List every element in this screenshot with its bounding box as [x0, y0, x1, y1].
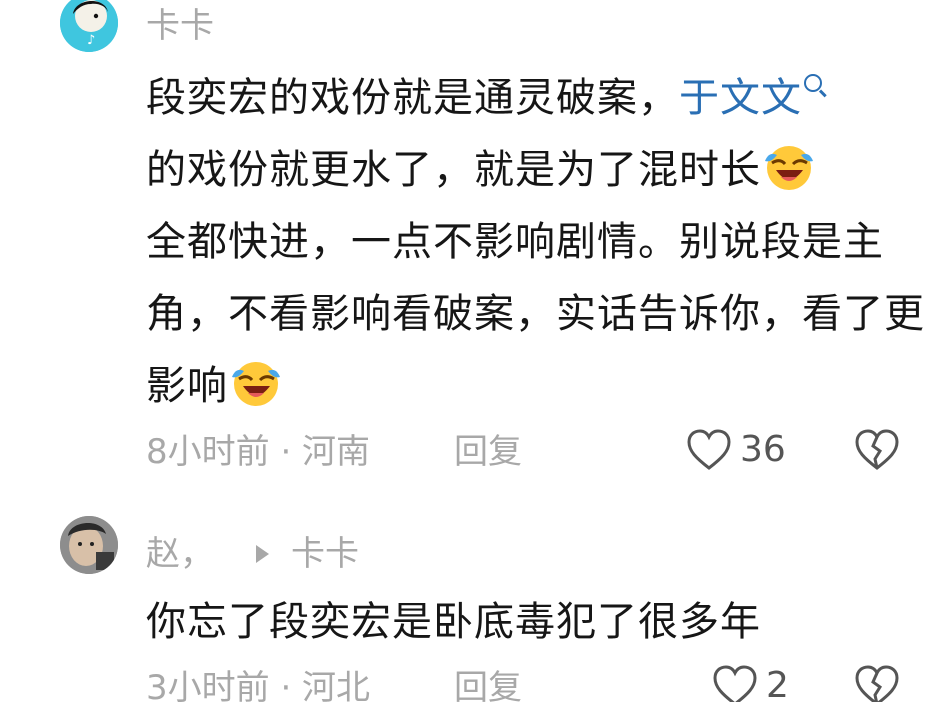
avatar[interactable]: ♪ [60, 0, 118, 52]
avatar-image [60, 516, 118, 574]
svg-text:♪: ♪ [87, 33, 95, 48]
username[interactable]: 卡卡 [146, 6, 214, 46]
mention-link[interactable]: 于文文 [679, 74, 822, 121]
mention-text: 于文文 [679, 75, 802, 121]
broken-heart-icon [855, 429, 899, 470]
laughing-tears-emoji [232, 362, 280, 406]
like-button[interactable]: 36 [686, 428, 786, 472]
time-location: 3小时前 · 河北 [146, 668, 371, 702]
laughing-tears-emoji [765, 146, 813, 190]
comment-text-part: 的戏份就更水了，就是为了混时长 [146, 147, 761, 193]
avatar[interactable] [60, 516, 118, 574]
comment-thread: ♪ 卡卡 段奕宏的戏份就是通灵破案，于文文 的戏份就更水了，就是为了混时长 全都… [0, 0, 944, 702]
username-text: 卡卡 [146, 6, 214, 46]
reply-button[interactable]: 回复 [454, 432, 522, 472]
username-text: 赵， [146, 534, 214, 574]
dislike-button[interactable] [854, 428, 900, 481]
play-arrow-icon [256, 545, 269, 563]
reply-to-username[interactable]: 卡卡 [291, 534, 359, 574]
comment-text: 段奕宏的戏份就是通灵破案，于文文 的戏份就更水了，就是为了混时长 全都快进，一点… [146, 62, 926, 422]
like-button[interactable]: 2 [712, 664, 789, 702]
username[interactable]: 赵， 卡卡 [146, 534, 359, 574]
dislike-button[interactable] [854, 664, 900, 702]
time-location: 8小时前 · 河南 [146, 432, 371, 472]
like-count: 2 [766, 665, 789, 702]
avatar-image: ♪ [60, 0, 118, 52]
reply-button[interactable]: 回复 [454, 668, 522, 702]
heart-outline-icon [713, 665, 757, 702]
comment-text-part: 段奕宏的戏份就是通灵破案， [146, 75, 679, 121]
like-count: 36 [740, 429, 786, 470]
search-icon [804, 74, 822, 92]
broken-heart-icon [855, 665, 899, 702]
comment-text: 你忘了段奕宏是卧底毒犯了很多年 [146, 599, 761, 645]
heart-outline-icon [687, 429, 731, 470]
